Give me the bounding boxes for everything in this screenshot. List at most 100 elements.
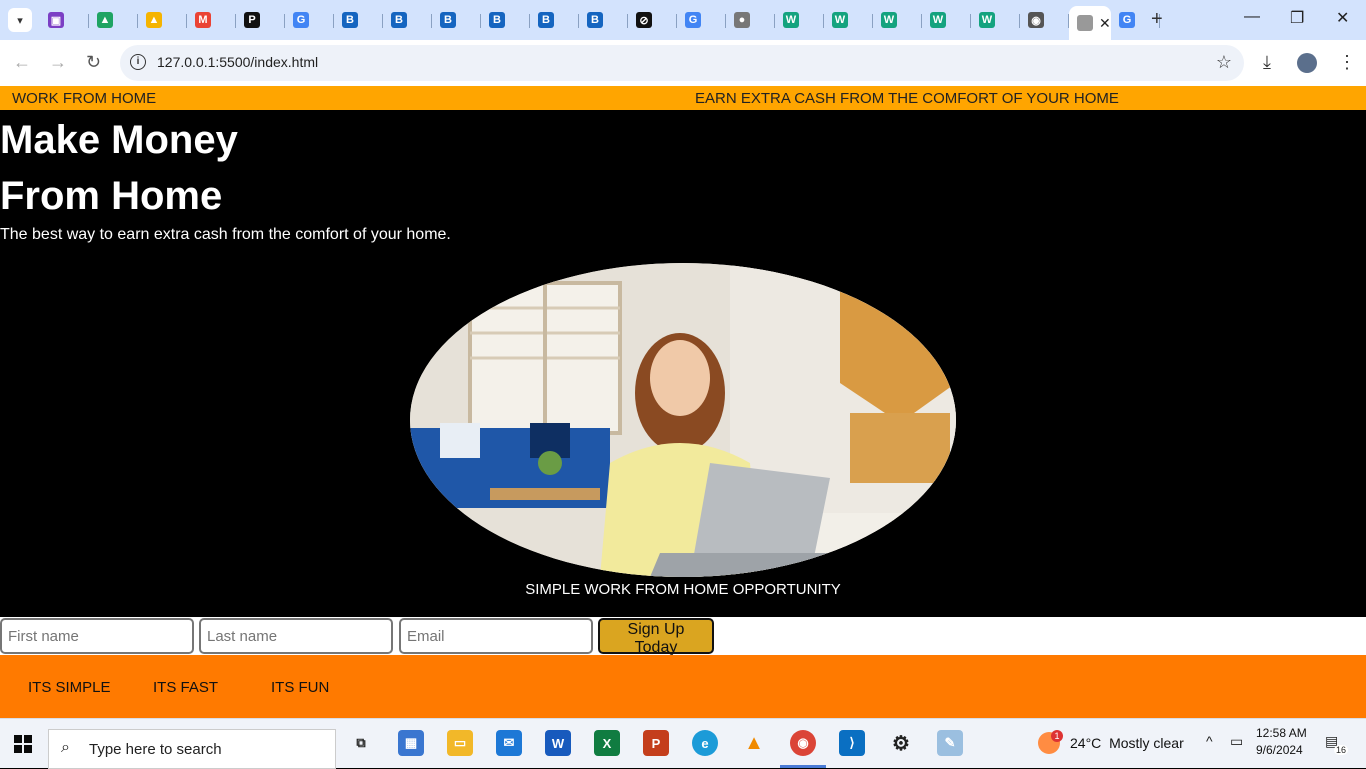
clock-time: 12:58 AM: [1256, 726, 1307, 740]
tray-chevron-icon[interactable]: ^: [1206, 733, 1213, 749]
browser-tab[interactable]: B: [530, 6, 579, 34]
taskbar-search-box[interactable]: ⌕ Type here to search: [48, 729, 336, 769]
browser-toolbar: ← → ↻ i 127.0.0.1:5500/index.html ☆ ⤓ ⋮: [0, 40, 1366, 86]
task-view-icon[interactable]: ⧉: [348, 730, 374, 756]
w-app-icon: W: [979, 12, 995, 28]
back-icon[interactable]: ←: [13, 52, 31, 72]
paint-icon[interactable]: ✎: [937, 730, 963, 756]
windows-taskbar: ⌕ Type here to search ⧉ ▦ ▭ ✉ W X P e ▲ …: [0, 718, 1366, 769]
google-icon: G: [685, 12, 701, 28]
browser-tab[interactable]: B: [579, 6, 628, 34]
browser-tab[interactable]: ●: [726, 6, 775, 34]
sign-up-button[interactable]: Sign Up Today: [598, 618, 714, 656]
photo-caption: SIMPLE WORK FROM HOME OPPORTUNITY: [525, 581, 841, 598]
browser-tab[interactable]: M: [187, 6, 236, 34]
minimize-icon[interactable]: —: [1244, 8, 1260, 26]
forward-icon[interactable]: →: [49, 52, 67, 72]
network-icon[interactable]: ▭: [1230, 733, 1243, 750]
signup-form: Sign Up Today: [0, 617, 1366, 656]
hero-photo-illustration: [410, 263, 956, 577]
tab-list: ▣ ▲ ▲ M P G B B B B B B ⊘ G ● W W W W W ◉ ✕ G: [40, 6, 1160, 40]
address-bar[interactable]: i 127.0.0.1:5500/index.html ☆: [120, 45, 1244, 81]
blank-page-icon: [1077, 15, 1093, 31]
tab-search-icon[interactable]: ▾: [8, 8, 32, 32]
new-tab-icon[interactable]: +: [1151, 8, 1163, 30]
feature-fast: ITS FAST: [153, 679, 219, 696]
b-app-icon: B: [538, 12, 554, 28]
browser-tab[interactable]: B: [432, 6, 481, 34]
browser-tab[interactable]: W: [824, 6, 873, 34]
b-app-icon: B: [587, 12, 603, 28]
site-info-icon[interactable]: i: [130, 54, 146, 70]
top-banner: WORK FROM HOME EARN EXTRA CASH FROM THE …: [0, 86, 1366, 110]
features-bar: ITS SIMPLE ITS FAST ITS FUN: [0, 655, 1366, 718]
contacts-icon: ▣: [48, 12, 64, 28]
chrome-taskbar-icon[interactable]: ◉: [780, 730, 826, 768]
last-name-input[interactable]: [199, 618, 393, 654]
hero-title: Make Money From Home: [0, 112, 238, 224]
browser-tab[interactable]: B: [334, 6, 383, 34]
taskbar-search-placeholder: Type here to search: [89, 741, 222, 758]
notification-count: 16: [1334, 745, 1349, 755]
hero-title-line2: From Home: [0, 174, 223, 218]
vlc-icon[interactable]: ▲: [741, 730, 767, 756]
feature-simple: ITS SIMPLE: [28, 679, 111, 696]
edge-icon[interactable]: e: [692, 730, 718, 756]
gmail-icon: M: [195, 12, 211, 28]
close-tab-icon[interactable]: ✕: [1099, 15, 1111, 32]
browser-tab[interactable]: B: [481, 6, 530, 34]
browser-tab[interactable]: ⊘: [628, 6, 677, 34]
browser-tab[interactable]: ▣: [40, 6, 89, 34]
b-app-icon: B: [391, 12, 407, 28]
weather-desc: Mostly clear: [1109, 735, 1184, 751]
globe-icon: ●: [734, 12, 750, 28]
close-window-icon[interactable]: ✕: [1336, 8, 1349, 28]
b-app-icon: B: [489, 12, 505, 28]
browser-tab[interactable]: W: [922, 6, 971, 34]
vscode-icon[interactable]: ⟩: [839, 730, 865, 756]
weather-text[interactable]: 24°C Mostly clear: [1070, 735, 1184, 751]
browser-tab[interactable]: ◉: [1020, 6, 1069, 34]
email-input[interactable]: [399, 618, 593, 654]
b-app-icon: B: [342, 12, 358, 28]
browser-tab[interactable]: G: [285, 6, 334, 34]
google-icon: G: [293, 12, 309, 28]
browser-tab[interactable]: B: [383, 6, 432, 34]
weather-badge: 1: [1051, 730, 1063, 742]
powerpoint-icon[interactable]: P: [643, 730, 669, 756]
w-app-icon: W: [832, 12, 848, 28]
address-url[interactable]: 127.0.0.1:5500/index.html: [157, 54, 318, 70]
first-name-input[interactable]: [0, 618, 194, 654]
profile-avatar[interactable]: [1297, 53, 1317, 73]
b-app-icon: B: [440, 12, 456, 28]
windows-start-icon[interactable]: [14, 735, 32, 753]
w-app-icon: W: [881, 12, 897, 28]
browser-tab[interactable]: W: [873, 6, 922, 34]
browser-tab[interactable]: ▲: [89, 6, 138, 34]
excel-icon[interactable]: X: [594, 730, 620, 756]
clock[interactable]: 12:58 AM 9/6/2024: [1256, 725, 1307, 759]
browser-tab[interactable]: G: [677, 6, 726, 34]
weather-temp: 24°C: [1070, 735, 1102, 751]
search-icon: ⌕: [61, 739, 70, 756]
download-icon[interactable]: ⤓: [1263, 52, 1271, 73]
google-drive-icon: ▲: [146, 12, 162, 28]
word-icon[interactable]: W: [545, 730, 571, 756]
hero-subtitle: The best way to earn extra cash from the…: [0, 226, 451, 243]
top-banner-right-text: EARN EXTRA CASH FROM THE COMFORT OF YOUR…: [695, 90, 1119, 107]
w-app-icon: W: [930, 12, 946, 28]
browser-tab[interactable]: W: [775, 6, 824, 34]
microsoft-store-icon[interactable]: ▦: [398, 730, 424, 756]
browser-tab[interactable]: W: [971, 6, 1020, 34]
menu-kebab-icon[interactable]: ⋮: [1338, 52, 1356, 73]
reload-icon[interactable]: ↻: [86, 52, 101, 72]
restore-icon[interactable]: ❐: [1290, 8, 1304, 28]
browser-tab[interactable]: P: [236, 6, 285, 34]
browser-tab[interactable]: ✕: [1069, 6, 1111, 40]
mail-icon[interactable]: ✉: [496, 730, 522, 756]
file-explorer-icon[interactable]: ▭: [447, 730, 473, 756]
settings-gear-icon[interactable]: ⚙: [888, 730, 914, 756]
browser-tabstrip: ▾ ▣ ▲ ▲ M P G B B B B B B ⊘ G ● W W W W W ◉ ✕ G + — ❐ ✕: [0, 0, 1366, 40]
bookmark-star-icon[interactable]: ☆: [1216, 52, 1232, 73]
browser-tab[interactable]: ▲: [138, 6, 187, 34]
